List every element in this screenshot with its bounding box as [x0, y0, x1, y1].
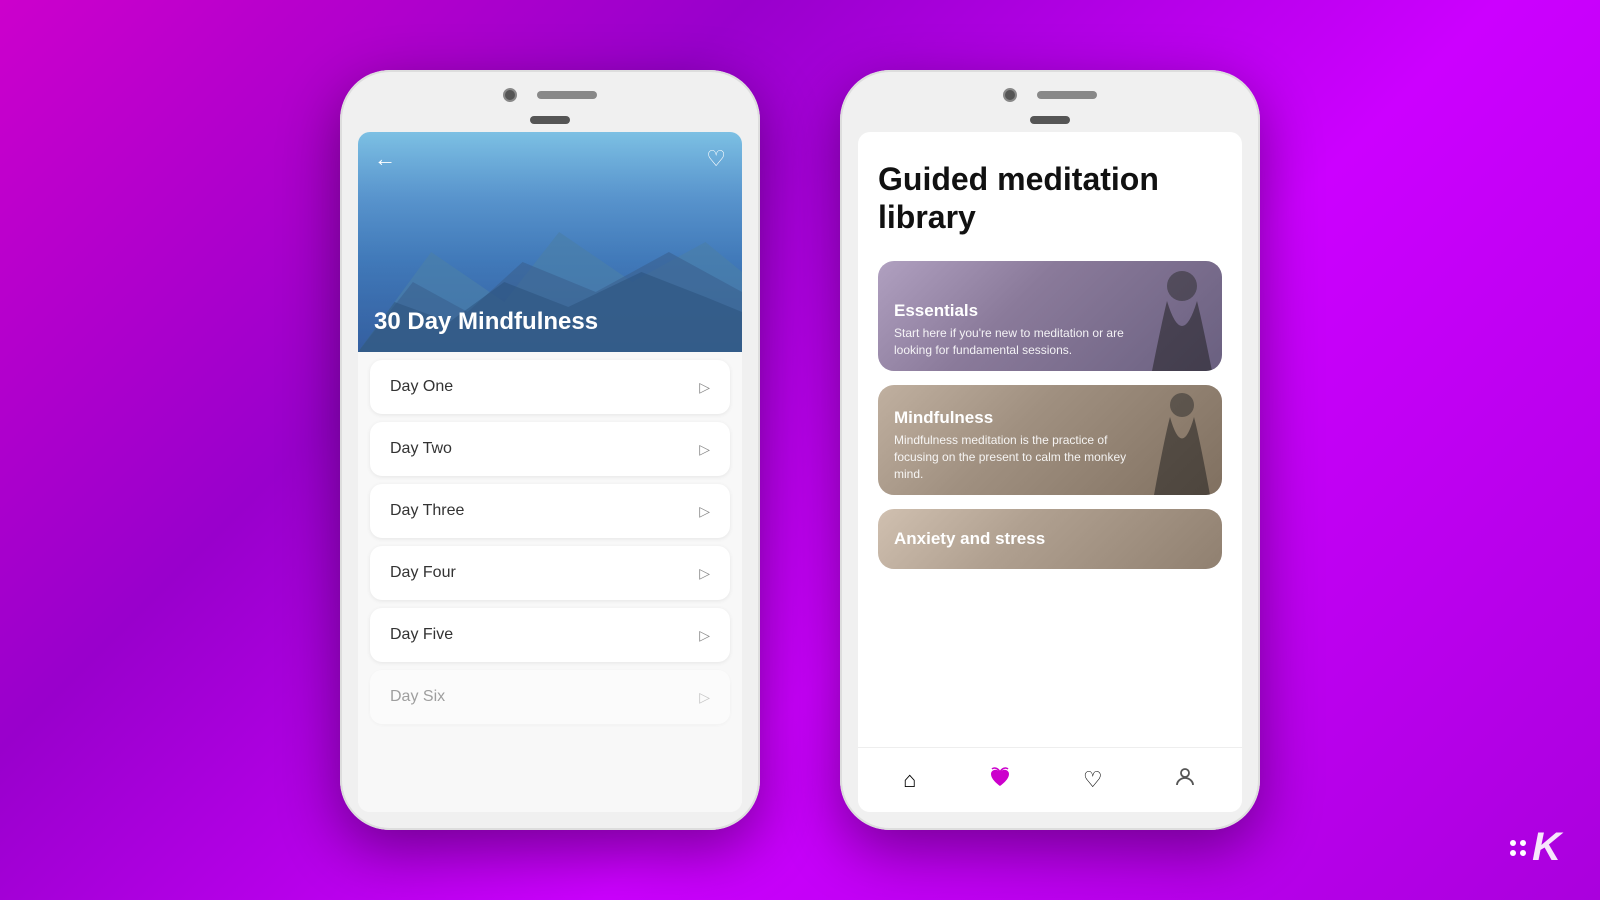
card-mindfulness-text: Mindfulness Mindfulness meditation is th… — [894, 408, 1134, 482]
play-icon-5: ▷ — [699, 627, 710, 644]
front-button-left — [530, 116, 570, 124]
essentials-desc: Start here if you're new to meditation o… — [894, 325, 1134, 359]
camera-left — [503, 88, 517, 102]
play-icon-4: ▷ — [699, 565, 710, 582]
play-icon-3: ▷ — [699, 503, 710, 520]
heart-button[interactable]: ♡ — [706, 146, 726, 172]
nav-favorites[interactable]: ♡ — [1083, 767, 1103, 793]
day-six-label: Day Six — [390, 688, 445, 706]
bottom-nav: ⌂ ♡ — [858, 747, 1242, 812]
dot-1 — [1510, 840, 1516, 846]
right-phone-top-bar — [858, 88, 1242, 102]
library-content: Guided meditation library Essentials Sta… — [858, 132, 1242, 747]
day-item-4[interactable]: Day Four ▷ — [370, 546, 730, 600]
day-two-label: Day Two — [390, 440, 452, 458]
nav-home[interactable]: ⌂ — [903, 767, 916, 793]
right-screen: Guided meditation library Essentials Sta… — [858, 132, 1242, 812]
speaker-right — [1037, 91, 1097, 99]
day-three-label: Day Three — [390, 502, 464, 520]
left-phone-top-bar — [358, 88, 742, 102]
mindfulness-desc: Mindfulness meditation is the practice o… — [894, 432, 1134, 482]
dot-3 — [1510, 850, 1516, 856]
heart-nav-icon: ♡ — [1083, 767, 1103, 793]
day-item-2[interactable]: Day Two ▷ — [370, 422, 730, 476]
camera-right — [1003, 88, 1017, 102]
watermark-letter: K — [1532, 825, 1560, 870]
right-phone: Guided meditation library Essentials Sta… — [840, 70, 1260, 830]
watermark: K — [1510, 825, 1560, 870]
nav-meditate[interactable] — [987, 764, 1013, 796]
library-title: Guided meditation library — [878, 160, 1222, 237]
speaker-left — [537, 91, 597, 99]
essentials-name: Essentials — [894, 301, 1134, 321]
day-five-label: Day Five — [390, 626, 453, 644]
home-icon: ⌂ — [903, 767, 916, 793]
dot-4 — [1520, 850, 1526, 856]
play-icon-6: ▷ — [699, 689, 710, 706]
play-icon-1: ▷ — [699, 379, 710, 396]
card-anxiety[interactable]: Anxiety and stress — [878, 509, 1222, 569]
day-item-3[interactable]: Day Three ▷ — [370, 484, 730, 538]
mindfulness-name: Mindfulness — [894, 408, 1134, 428]
lotus-icon — [987, 764, 1013, 796]
day-one-label: Day One — [390, 378, 453, 396]
day-item-1[interactable]: Day One ▷ — [370, 360, 730, 414]
hero-title: 30 Day Mindfulness — [374, 308, 598, 336]
day-item-6[interactable]: Day Six ▷ — [370, 670, 730, 724]
left-screen: ← ♡ 30 Day Mindfulness Day One ▷ Day Two… — [358, 132, 742, 812]
day-item-5[interactable]: Day Five ▷ — [370, 608, 730, 662]
hero-image: ← ♡ 30 Day Mindfulness — [358, 132, 742, 352]
watermark-dots — [1510, 840, 1526, 856]
day-four-label: Day Four — [390, 564, 456, 582]
left-phone: ← ♡ 30 Day Mindfulness Day One ▷ Day Two… — [340, 70, 760, 830]
card-essentials[interactable]: Essentials Start here if you're new to m… — [878, 261, 1222, 371]
card-essentials-text: Essentials Start here if you're new to m… — [894, 301, 1134, 359]
profile-icon — [1173, 765, 1197, 795]
play-icon-2: ▷ — [699, 441, 710, 458]
front-button-right — [1030, 116, 1070, 124]
back-button[interactable]: ← — [374, 146, 396, 172]
anxiety-name: Anxiety and stress — [894, 529, 1045, 549]
days-list: Day One ▷ Day Two ▷ Day Three ▷ Day Four… — [358, 352, 742, 812]
phones-container: ← ♡ 30 Day Mindfulness Day One ▷ Day Two… — [340, 70, 1260, 830]
dot-2 — [1520, 840, 1526, 846]
nav-profile[interactable] — [1173, 765, 1197, 795]
card-mindfulness[interactable]: Mindfulness Mindfulness meditation is th… — [878, 385, 1222, 495]
